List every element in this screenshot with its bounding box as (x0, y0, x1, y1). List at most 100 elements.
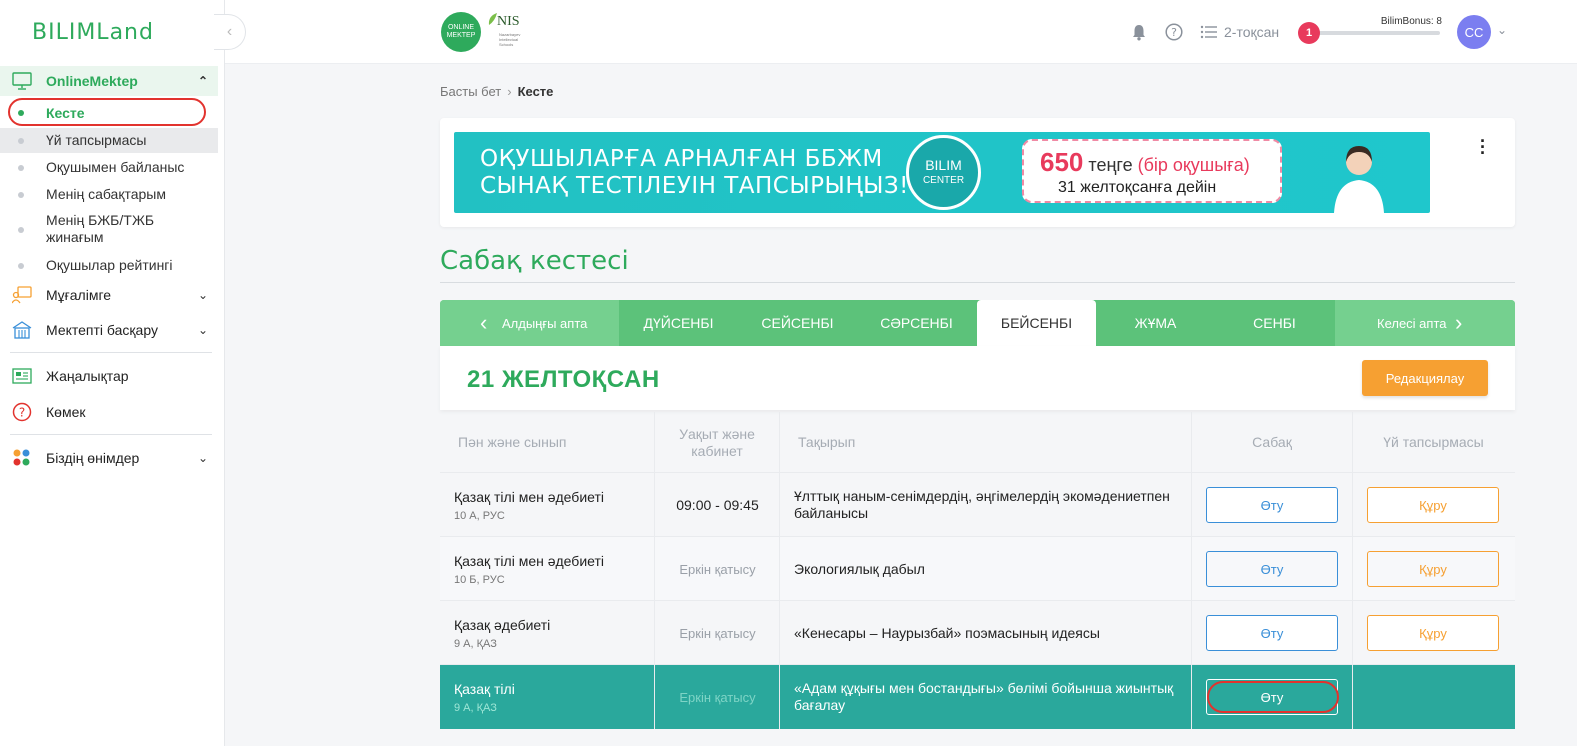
banner-line-1: ОҚУШЫЛАРҒА АРНАЛҒАН ББЖМ (480, 146, 883, 172)
sidebar-group-school-management[interactable]: Мектепті басқару ⌄ (0, 319, 218, 341)
subject-name: Қазақ тілі мен әдебиеті (454, 552, 604, 569)
go-to-lesson-button[interactable]: Өту (1206, 487, 1338, 523)
divider (440, 282, 1515, 283)
annotation-circle (8, 98, 206, 126)
sidebar-group-teacher[interactable]: Мұғалімге ⌄ (0, 284, 218, 306)
table-row: Қазақ тілі мен әдебиеті 10 А, РУС 09:00 … (440, 473, 1515, 537)
week-days-bar: ‹ Алдыңғы апта ДҮЙСЕНБІ СЕЙСЕНБІ СӘРСЕНБ… (440, 300, 1515, 346)
bilimbonus-progress[interactable]: BilimBonus: 8 1 (1298, 16, 1446, 46)
sidebar-item-label: Менің БЖБ/ТЖБ жинағым (46, 212, 155, 245)
go-to-lesson-button[interactable]: Өту (1206, 615, 1338, 651)
bilimbonus-label: BilimBonus: 8 (1380, 16, 1442, 27)
chevron-up-icon: ⌃ (197, 74, 208, 88)
column-header: Үй тапсырмасы (1383, 434, 1484, 450)
topic-cell: «Кенесары – Наурызбай» поэмасының идеясы (794, 624, 1100, 641)
brand-top: BILIM (925, 156, 962, 173)
edit-button[interactable]: Редакциялау (1362, 360, 1488, 396)
class-name: 10 А, РУС (454, 509, 505, 522)
topic-cell: «Адам құқығы мен бостандығы» бөлімі бойы… (794, 680, 1174, 713)
subject-name: Қазақ тілі мен әдебиеті (454, 488, 604, 505)
monitor-icon (12, 72, 32, 90)
create-homework-button[interactable]: Құру (1367, 487, 1499, 523)
time-cell: 09:00 - 09:45 (676, 497, 759, 513)
svg-text:?: ? (19, 406, 25, 420)
sidebar-item-label: Үй тапсырмасы (46, 132, 147, 148)
sidebar-item-my-lessons[interactable]: Менің сабақтарым (0, 182, 218, 207)
sidebar-item-label: Менің сабақтарым (46, 186, 166, 202)
bilim-center-logo: BILIM CENTER (906, 135, 981, 210)
class-name: 9 А, ҚАЗ (454, 637, 497, 650)
chevron-right-icon: › (507, 84, 512, 99)
subject-name: Қазақ тілі (454, 680, 515, 697)
sidebar-item-my-assessments[interactable]: Менің БЖБ/ТЖБ жинағым (0, 210, 218, 250)
promo-banner[interactable]: ОҚУШЫЛАРҒА АРНАЛҒАН ББЖМ СЫНАҚ ТЕСТІЛЕУІ… (454, 132, 1430, 213)
onlinemektep-logo[interactable]: ONLINE MEKTEP (441, 12, 481, 52)
bilimland-logo[interactable]: BILIMLand (32, 20, 154, 45)
sidebar-item-label: Жаңалықтар (46, 368, 129, 384)
column-header: Уақыт және кабинет (679, 425, 755, 459)
bell-icon[interactable] (1130, 23, 1148, 41)
column-divider (654, 412, 655, 729)
banner-card: ОҚУШЫЛАРҒА АРНАЛҒАН ББЖМ СЫНАҚ ТЕСТІЛЕУІ… (440, 118, 1515, 227)
page-title: Сабақ кестесі (440, 246, 629, 276)
class-name: 9 А, ҚАЗ (454, 701, 497, 714)
column-header: Пән және сынып (458, 434, 567, 450)
person-illustration-icon (1334, 146, 1384, 213)
time-cell: Еркін қатысу (679, 625, 756, 641)
time-cell: Еркін қатысу (679, 689, 756, 705)
subject-name: Қазақ әдебиеті (454, 616, 551, 633)
svg-text:?: ? (1171, 26, 1177, 39)
subject-cell: Қазақ тілі 9 А, ҚАЗ (454, 665, 515, 729)
sidebar-group-our-products[interactable]: Біздің өнімдер ⌄ (0, 447, 218, 469)
class-name: 10 Б, РУС (454, 573, 505, 586)
bullet-icon (18, 138, 24, 144)
breadcrumb-home[interactable]: Басты бет (440, 84, 501, 99)
create-homework-button[interactable]: Құру (1367, 615, 1499, 651)
tab-friday[interactable]: ЖҰМА (1096, 300, 1215, 346)
help-circle-icon[interactable]: ? (1165, 23, 1183, 41)
brand-bottom: CENTER (922, 174, 965, 186)
create-homework-button[interactable]: Құру (1367, 551, 1499, 587)
bonus-level-badge: 1 (1298, 22, 1320, 44)
sidebar-group-label: OnlineMektep (46, 73, 138, 89)
chevron-down-icon[interactable]: ⌄ (1497, 23, 1507, 37)
sidebar-group-onlinemektep[interactable]: OnlineMektep ⌃ (0, 66, 218, 96)
date-row: 21 ЖЕЛТОҚСАН Редакциялау (440, 346, 1515, 410)
prev-week-label: Алдыңғы апта (502, 315, 588, 331)
bullet-icon (18, 165, 24, 171)
deadline-text: 31 желтоқсанға дейін (1058, 179, 1217, 196)
sidebar-item-homework[interactable]: Үй тапсырмасы (0, 128, 218, 153)
bullet-icon (18, 263, 24, 269)
more-vertical-icon[interactable]: · · · (1480, 132, 1486, 162)
sidebar-group-label: Мұғалімге (46, 287, 112, 303)
prev-week-button[interactable]: ‹ Алдыңғы апта (440, 300, 619, 346)
list-icon[interactable] (1200, 23, 1218, 41)
avatar[interactable]: CC (1457, 15, 1491, 49)
tab-thursday[interactable]: БЕЙСЕНБІ (977, 300, 1096, 346)
chevron-left-icon: ‹ (480, 310, 488, 335)
next-week-label: Келесі апта (1377, 315, 1447, 331)
sidebar-item-student-rating[interactable]: Оқушылар рейтингі (0, 253, 218, 278)
teacher-icon (12, 286, 32, 304)
banner-line-2: СЫНАҚ ТЕСТІЛЕУІН ТАПСЫРЫҢЫЗ! (480, 173, 909, 199)
chevron-down-icon: ⌄ (197, 288, 208, 302)
sidebar-item-student-contact[interactable]: Оқушымен байланыс (0, 155, 218, 180)
tab-saturday[interactable]: СЕНБІ (1215, 300, 1334, 346)
tab-wednesday[interactable]: СӘРСЕНБІ (857, 300, 976, 346)
chevron-right-icon: › (1455, 310, 1463, 335)
tab-monday[interactable]: ДҮЙСЕНБІ (619, 300, 738, 346)
sidebar-group-label: Мектепті басқару (46, 322, 158, 338)
price-line: 650 теңге (бір оқушыға) (1040, 147, 1250, 178)
sidebar-item-news[interactable]: Жаңалықтар (0, 365, 218, 387)
go-to-lesson-button[interactable]: Өту (1206, 551, 1338, 587)
column-header: Тақырып (798, 434, 856, 450)
sidebar: BILIMLand OnlineMektep ⌃ Кесте Үй тапсыр… (0, 0, 225, 746)
tab-tuesday[interactable]: СЕЙСЕНБІ (738, 300, 857, 346)
sidebar-item-help[interactable]: ? Көмек (0, 401, 218, 423)
quarter-selector[interactable]: 2-тоқсан (1224, 24, 1279, 40)
nis-logo[interactable]: NIS Nazarbayev Intellectual Schools (487, 12, 529, 52)
chevron-down-icon: ⌄ (197, 451, 208, 465)
newspaper-icon (12, 368, 32, 384)
next-week-button[interactable]: Келесі апта › (1335, 300, 1515, 346)
topic-cell: Экологиялық дабыл (794, 560, 925, 577)
